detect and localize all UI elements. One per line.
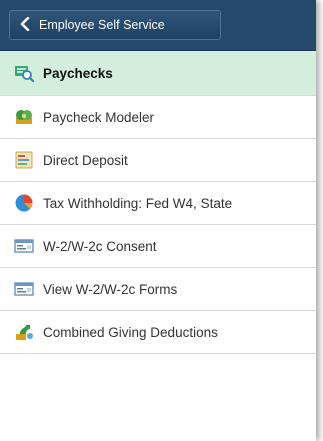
menu-item-paycheck-modeler[interactable]: Paycheck Modeler [0, 96, 316, 139]
menu-item-label: View W-2/W-2c Forms [43, 281, 178, 297]
w2-form-icon [14, 279, 34, 299]
menu-item-label: Direct Deposit [43, 152, 128, 168]
pie-chart-icon [14, 193, 34, 213]
menu-list: Paychecks Paycheck Modeler Direct Deposi… [0, 51, 316, 354]
w2-form-icon [14, 236, 34, 256]
menu-item-label: W-2/W-2c Consent [43, 238, 157, 254]
menu-item-label: Combined Giving Deductions [43, 324, 218, 340]
menu-item-view-w2-forms[interactable]: View W-2/W-2c Forms [0, 268, 316, 311]
menu-item-paychecks[interactable]: Paychecks [0, 51, 316, 96]
menu-item-label: Paycheck Modeler [43, 109, 155, 125]
back-button-label: Employee Self Service [39, 18, 165, 32]
direct-deposit-icon [14, 150, 34, 170]
menu-item-tax-withholding[interactable]: Tax Withholding: Fed W4, State [0, 182, 316, 225]
menu-item-direct-deposit[interactable]: Direct Deposit [0, 139, 316, 182]
paycheck-search-icon [14, 63, 34, 83]
menu-item-label: Paychecks [43, 65, 113, 81]
menu-item-label: Tax Withholding: Fed W4, State [43, 195, 233, 211]
back-button[interactable]: Employee Self Service [9, 10, 221, 40]
giving-icon [14, 322, 34, 342]
chevron-left-icon [19, 16, 35, 34]
panel-header: Employee Self Service [0, 0, 316, 51]
menu-item-w2-consent[interactable]: W-2/W-2c Consent [0, 225, 316, 268]
menu-item-combined-giving[interactable]: Combined Giving Deductions [0, 311, 316, 354]
nav-panel: Employee Self Service Paychecks Paycheck… [0, 0, 316, 441]
paycheck-modeler-icon [14, 107, 34, 127]
